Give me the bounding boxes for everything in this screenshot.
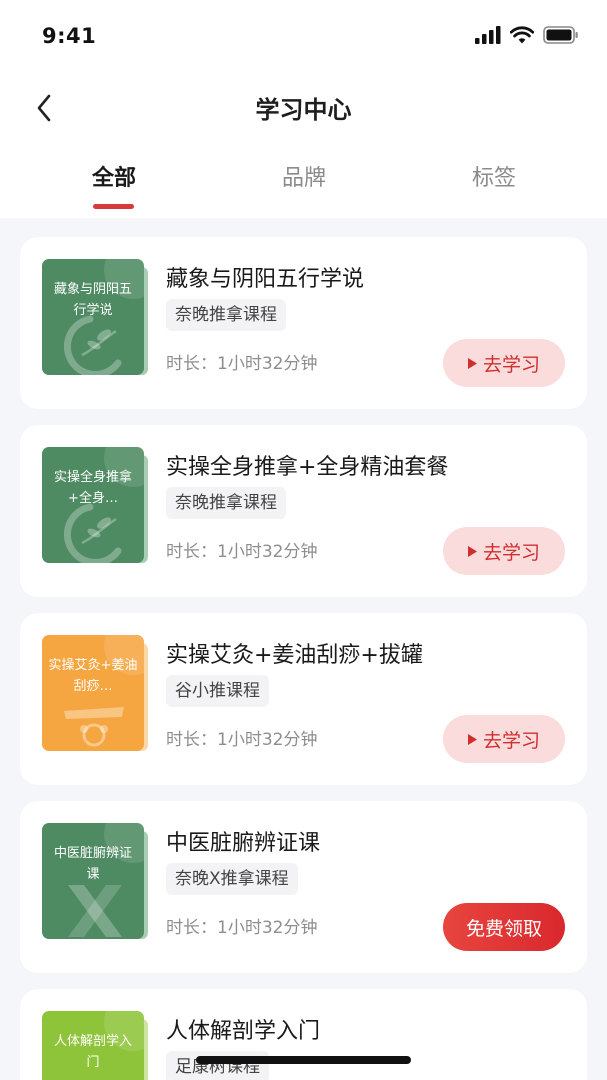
- mascot-icon: [64, 707, 124, 747]
- claim-free-button[interactable]: 免费领取: [443, 903, 565, 951]
- header-area: 9:41 学习中心 全部 品牌 标签: [0, 0, 607, 218]
- leaf-icon: [63, 315, 122, 375]
- course-duration: 时长：1小时32分钟: [166, 730, 318, 750]
- course-tag: 奈晚X推拿课程: [166, 863, 298, 895]
- course-title: 人体解剖学入门: [166, 1019, 321, 1044]
- course-cover: 中医脏腑辨证课: [42, 823, 150, 941]
- study-button[interactable]: 去学习: [443, 527, 565, 575]
- course-title: 实操艾灸+姜油刮痧+拔罐: [166, 643, 423, 668]
- active-tab-indicator: [93, 204, 134, 209]
- course-cover: 实操艾灸+姜油刮痧…: [42, 635, 150, 753]
- course-title: 藏象与阴阳五行学说: [166, 267, 365, 292]
- play-icon: [467, 545, 477, 557]
- cover-title: 实操全身推拿+全身…: [53, 470, 132, 506]
- signal-icon: [475, 26, 501, 44]
- course-tag: 奈晚推拿课程: [166, 299, 286, 331]
- wifi-icon: [510, 26, 534, 44]
- home-indicator: [196, 1056, 411, 1064]
- cover-title: 中医脏腑辨证课: [53, 846, 132, 882]
- course-card[interactable]: 中医脏腑辨证课 中医脏腑辨证课 奈晚X推拿课程 时长：1小时32分钟 免费领取: [20, 801, 587, 973]
- study-button-label: 去学习: [482, 541, 540, 564]
- course-card[interactable]: 人体解剖学入门 人体解剖学入门 足康树课程: [20, 989, 587, 1080]
- course-card[interactable]: 实操全身推拿+全身… 实操全身推拿+全身精油套餐 奈晚推拿课程 时长：1小时32…: [20, 425, 587, 597]
- course-title: 中医脏腑辨证课: [166, 831, 321, 856]
- play-icon: [467, 733, 477, 745]
- course-card[interactable]: 实操艾灸+姜油刮痧… 实操艾灸+姜油刮痧+拔罐 谷小推课程 时长：1小时32分钟…: [20, 613, 587, 785]
- x-logo-icon: [68, 885, 122, 937]
- course-title: 实操全身推拿+全身精油套餐: [166, 455, 449, 480]
- leaf-icon: [63, 503, 122, 563]
- cover-title: 藏象与阴阳五行学说: [53, 282, 132, 318]
- course-duration: 时长：1小时32分钟: [166, 542, 318, 562]
- page-title: 学习中心: [255, 96, 352, 124]
- course-tag: 奈晚推拿课程: [166, 487, 286, 519]
- cover-title: 人体解剖学入门: [53, 1034, 132, 1070]
- status-icons: [475, 26, 579, 44]
- study-button[interactable]: 去学习: [443, 339, 565, 387]
- tab-bar: 全部 品牌 标签: [0, 150, 607, 218]
- status-bar: 9:41: [0, 0, 607, 72]
- status-time: 9:41: [42, 24, 97, 48]
- study-button-label: 去学习: [482, 729, 540, 752]
- battery-icon: [543, 26, 578, 44]
- course-cover: 实操全身推拿+全身…: [42, 447, 150, 565]
- tab-tags[interactable]: 标签: [434, 160, 554, 192]
- course-card[interactable]: 藏象与阴阳五行学说 藏象与阴阳五行学说 奈晚推拿课程 时长：1小时32分钟 去学…: [20, 237, 587, 409]
- course-duration: 时长：1小时32分钟: [166, 918, 318, 938]
- course-tag: 谷小推课程: [166, 675, 269, 707]
- claim-free-label: 免费领取: [465, 917, 542, 940]
- course-cover: 藏象与阴阳五行学说: [42, 259, 150, 377]
- study-button-label: 去学习: [482, 353, 540, 376]
- cover-title: 实操艾灸+姜油刮痧…: [48, 658, 138, 694]
- nav-bar: 学习中心: [0, 72, 607, 144]
- play-icon: [467, 357, 477, 369]
- tab-all[interactable]: 全部: [54, 160, 174, 192]
- tab-brand[interactable]: 品牌: [244, 160, 364, 192]
- course-cover: 人体解剖学入门: [42, 1011, 150, 1080]
- course-duration: 时长：1小时32分钟: [166, 354, 318, 374]
- study-button[interactable]: 去学习: [443, 715, 565, 763]
